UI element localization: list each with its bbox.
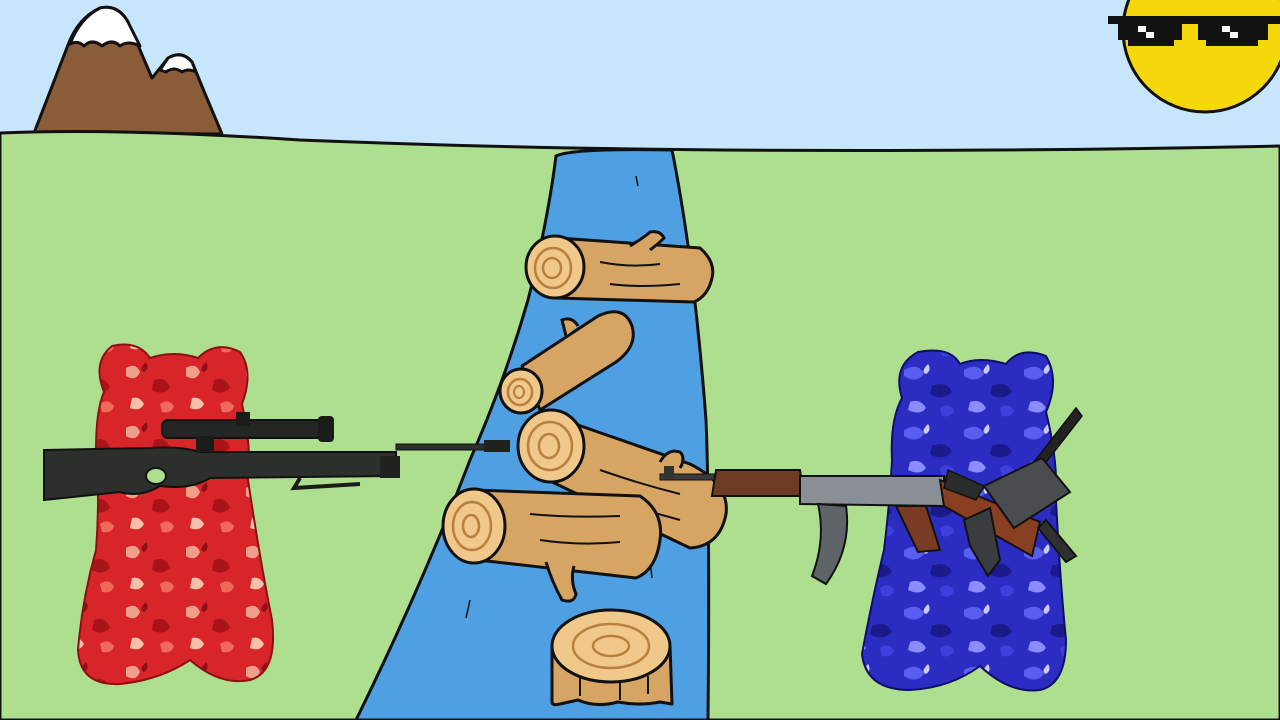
scene-canvas xyxy=(0,0,1280,720)
red-gummy-bear-icon[interactable] xyxy=(76,343,274,686)
tree-stump-icon xyxy=(550,608,674,707)
game-scene xyxy=(0,0,1280,720)
